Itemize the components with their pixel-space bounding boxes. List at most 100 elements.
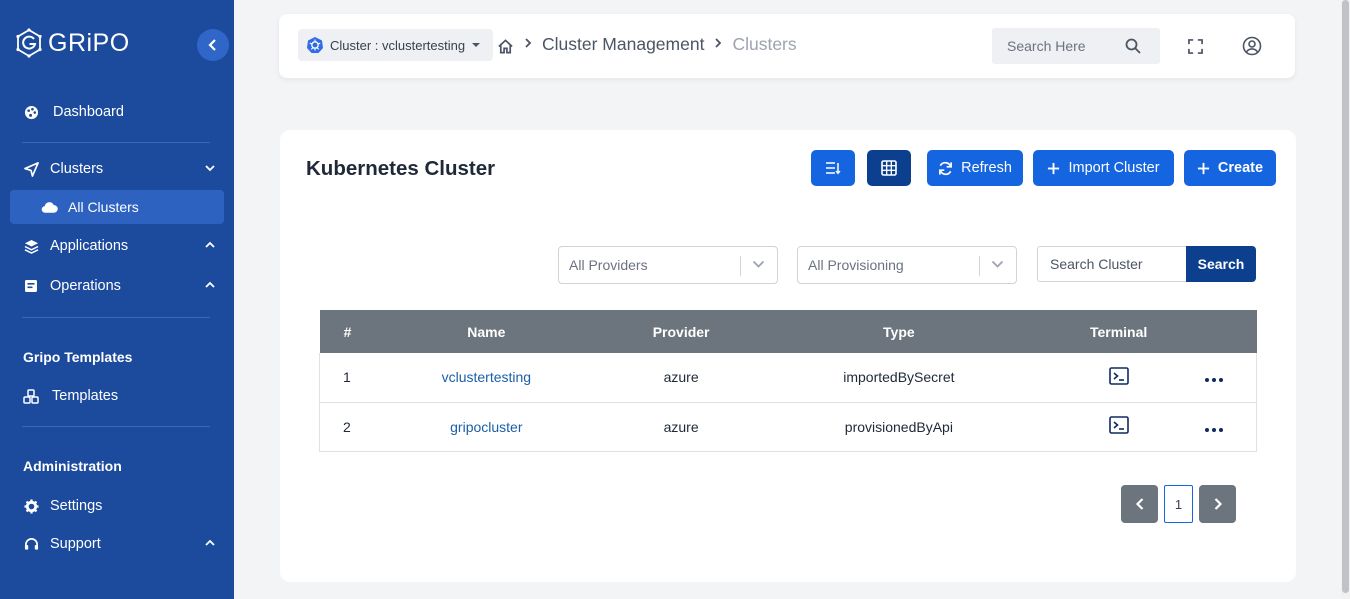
import-cluster-button[interactable]: Import Cluster <box>1033 150 1174 186</box>
sidebar-divider <box>22 426 210 427</box>
breadcrumb: Cluster Management Clusters <box>497 34 797 55</box>
sidebar-divider <box>22 142 210 143</box>
sidebar-item-label: All Clusters <box>68 199 139 215</box>
breadcrumb-cluster-management[interactable]: Cluster Management <box>542 34 704 55</box>
pagination-prev-button[interactable] <box>1121 485 1158 523</box>
collapse-sidebar-button[interactable] <box>197 29 229 61</box>
sidebar-item-clusters[interactable]: Clusters <box>10 152 224 186</box>
cell-index: 1 <box>319 353 376 403</box>
global-search-input[interactable] <box>1007 38 1125 54</box>
providers-filter[interactable]: All Providers <box>558 246 778 284</box>
sidebar-item-support[interactable]: Support <box>10 527 224 561</box>
kubernetes-icon <box>307 37 323 53</box>
cloud-icon <box>40 198 58 216</box>
cluster-selector-label: Cluster : vclustertesting <box>330 37 466 53</box>
sidebar-item-applications[interactable]: Applications <box>10 229 224 263</box>
chevron-right-icon <box>524 36 532 54</box>
terminal-icon[interactable] <box>1108 416 1129 434</box>
chevron-up-icon <box>205 241 215 248</box>
pagination-next-button[interactable] <box>1199 485 1236 523</box>
chevron-left-icon <box>208 39 216 51</box>
sidebar-item-operations[interactable]: Operations <box>10 269 224 303</box>
column-header-name: Name <box>375 310 598 353</box>
headset-icon <box>22 535 40 553</box>
cluster-search-button[interactable]: Search <box>1186 246 1256 282</box>
cluster-name-link[interactable]: vclustertesting <box>442 369 531 385</box>
sidebar-divider <box>22 317 210 318</box>
provisioning-filter-value: All Provisioning <box>808 257 904 273</box>
palette-icon <box>22 103 40 121</box>
plus-icon <box>1197 162 1209 174</box>
breadcrumb-clusters: Clusters <box>732 34 797 54</box>
cluster-card: Kubernetes Cluster Refresh Import Cluste… <box>280 130 1296 582</box>
table-row: 2 gripocluster azure provisionedByApi <box>319 402 1257 452</box>
sidebar-item-label: Applications <box>50 238 129 254</box>
cell-provider: azure <box>597 402 766 452</box>
refresh-button-label: Refresh <box>961 160 1012 176</box>
sidebar-item-settings[interactable]: Settings <box>10 489 224 523</box>
grid-view-button[interactable] <box>867 150 911 186</box>
chevron-up-icon <box>205 281 215 288</box>
global-search <box>992 28 1160 64</box>
cell-type: importedBySecret <box>765 353 1033 403</box>
gear-icon <box>22 497 40 515</box>
fullscreen-icon[interactable] <box>1185 36 1205 56</box>
cluster-selector[interactable]: Cluster : vclustertesting <box>298 29 494 61</box>
layers-icon <box>22 237 40 255</box>
sidebar-item-all-clusters[interactable]: All Clusters <box>10 190 224 224</box>
sidebar-item-label: Dashboard <box>53 104 124 120</box>
column-header-index: # <box>319 310 376 353</box>
more-options-icon[interactable] <box>1204 427 1223 432</box>
providers-filter-value: All Providers <box>569 257 648 273</box>
create-button[interactable]: Create <box>1184 150 1276 186</box>
page-scrollbar[interactable] <box>1341 0 1350 599</box>
user-account-icon[interactable] <box>1242 36 1262 56</box>
cluster-name-link[interactable]: gripocluster <box>450 419 522 435</box>
more-options-icon[interactable] <box>1204 378 1223 383</box>
sidebar: GRiPO Dashboard Clusters All Clusters Ap… <box>0 0 234 599</box>
clusters-table: # Name Provider Type Terminal 1 vcluster… <box>319 310 1257 452</box>
cubes-icon <box>22 387 40 405</box>
brand-logo[interactable]: GRiPO <box>14 28 130 58</box>
send-icon <box>22 160 40 178</box>
cluster-search-input[interactable] <box>1037 246 1187 282</box>
scrollbar-thumb[interactable] <box>1342 0 1349 593</box>
provisioning-filter[interactable]: All Provisioning <box>797 246 1017 284</box>
chevron-right-icon <box>1214 498 1222 510</box>
search-icon[interactable] <box>1125 38 1141 54</box>
caret-down-icon <box>472 43 481 47</box>
cell-type: provisionedByApi <box>765 402 1033 452</box>
refresh-button[interactable]: Refresh <box>927 150 1023 186</box>
create-button-label: Create <box>1217 160 1264 176</box>
page-title: Kubernetes Cluster <box>306 157 496 180</box>
sidebar-item-label: Operations <box>50 278 121 294</box>
cell-index: 2 <box>319 402 376 452</box>
home-icon[interactable] <box>497 38 514 55</box>
column-header-actions <box>1204 310 1257 353</box>
document-icon <box>22 277 40 295</box>
plus-icon <box>1048 162 1060 174</box>
list-view-button[interactable] <box>811 150 855 186</box>
sidebar-item-templates[interactable]: Templates <box>10 379 224 413</box>
sidebar-item-dashboard[interactable]: Dashboard <box>10 95 224 129</box>
brand-name: GRiPO <box>48 28 130 57</box>
sidebar-item-label: Clusters <box>50 161 104 177</box>
column-header-terminal: Terminal <box>1032 310 1205 353</box>
sidebar-item-label: Settings <box>50 498 103 514</box>
import-cluster-button-label: Import Cluster <box>1068 160 1160 176</box>
table-header-row: # Name Provider Type Terminal <box>319 310 1257 353</box>
pagination-page-1[interactable]: 1 <box>1164 485 1193 523</box>
column-header-type: Type <box>765 310 1033 353</box>
chevron-up-icon <box>205 539 215 546</box>
chevron-right-icon <box>714 36 722 54</box>
terminal-icon[interactable] <box>1108 366 1129 385</box>
section-title-administration: Administration <box>23 458 122 474</box>
chevron-left-icon <box>1135 498 1143 510</box>
refresh-icon <box>939 161 953 175</box>
column-header-provider: Provider <box>597 310 766 353</box>
table-row: 1 vclustertesting azure importedBySecret <box>319 353 1257 403</box>
sidebar-item-label: Support <box>50 536 101 552</box>
chevron-down-icon <box>205 165 215 172</box>
section-title-templates: Gripo Templates <box>23 349 133 365</box>
gripo-logo-icon <box>16 28 42 58</box>
